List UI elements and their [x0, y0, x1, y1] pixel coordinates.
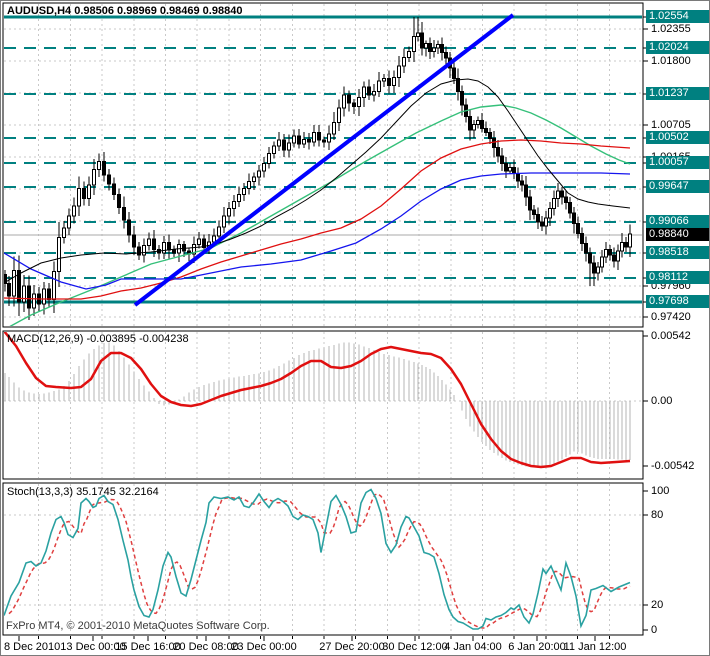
current-price-badge: 0.98840	[646, 228, 709, 241]
time-axis-label[interactable]: 4 Jan 04:00	[444, 641, 502, 653]
price-level-badge: 1.02024	[646, 41, 709, 54]
macd-indicator[interactable]	[4, 331, 631, 469]
time-axis-label[interactable]: 6 Jan 20:00	[508, 641, 566, 653]
macd-signal-line	[4, 332, 631, 469]
time-axis-label[interactable]: 27 Dec 20:00	[319, 641, 384, 653]
stoch-scale-label: 100	[651, 485, 670, 497]
macd-scale-label: 0.00	[651, 395, 673, 407]
time-axis-label[interactable]: 11 Jan 12:00	[564, 641, 627, 653]
price-level-badge: 0.99066	[646, 215, 709, 228]
chart-canvas[interactable]	[1, 1, 710, 656]
stoch-scale-label: 20	[651, 599, 664, 611]
price-level-badge: 1.01237	[646, 87, 709, 100]
price-level-badge: 0.98112	[646, 271, 709, 284]
price-scale-label: 1.00705	[651, 119, 691, 131]
stoch-k-line	[4, 488, 631, 630]
time-axis-label[interactable]: 23 Dec 00:00	[231, 641, 296, 653]
platform-branding: FxPro MT4, © 2001-2010 MetaQuotes Softwa…	[6, 620, 270, 632]
macd-values: -0.003895 -0.004238	[86, 333, 189, 345]
candlestick-series[interactable]	[4, 17, 632, 320]
price-scale-label: 1.02355	[651, 23, 691, 35]
time-axis-label[interactable]: 15 Dec 16:00	[115, 641, 180, 653]
time-axis-label[interactable]: 20 Dec 08:00	[173, 641, 238, 653]
axis-ticks	[18, 16, 648, 641]
price-scale-label: 1.01800	[651, 55, 691, 67]
macd-indicator-label: MACD(12,26,9) -0.003895 -0.004238	[7, 333, 189, 345]
macd-scale-label: -0.00542	[651, 460, 695, 472]
macd-name: MACD(12,26,9)	[7, 333, 84, 345]
stochastic-indicator[interactable]	[4, 488, 631, 630]
price-level-badge: 1.00502	[646, 131, 709, 144]
price-level-badge: 1.02554	[646, 10, 709, 23]
stoch-indicator-label: Stoch(13,3,3) 35.1745 32.2164	[7, 486, 159, 498]
stoch-scale-label: 0	[651, 624, 658, 636]
macd-scale-label: 0.00542	[651, 330, 691, 342]
time-axis-label[interactable]: 8 Dec 2010	[4, 641, 60, 653]
time-axis-label[interactable]: 30 Dec 12:00	[382, 641, 447, 653]
price-level-badge: 0.98518	[646, 246, 709, 259]
price-level-badge: 0.97698	[646, 295, 709, 308]
price-level-badge: 1.00057	[646, 156, 709, 169]
stoch-name: Stoch(13,3,3)	[7, 486, 74, 498]
price-scale-label: 0.97420	[651, 311, 691, 323]
moving-averages	[4, 78, 631, 326]
ma-black-line	[4, 78, 631, 284]
chart-header-ohlc: AUDUSD,H4 0.98506 0.98969 0.98469 0.9884…	[7, 5, 243, 17]
mt4-chart-window: AUDUSD,H4 0.98506 0.98969 0.98469 0.9884…	[0, 0, 710, 656]
price-level-badge: 0.99647	[646, 180, 709, 193]
stoch-scale-label: 80	[651, 509, 664, 521]
stoch-values: 35.1745 32.2164	[76, 486, 159, 498]
trend-line[interactable]	[133, 13, 515, 307]
